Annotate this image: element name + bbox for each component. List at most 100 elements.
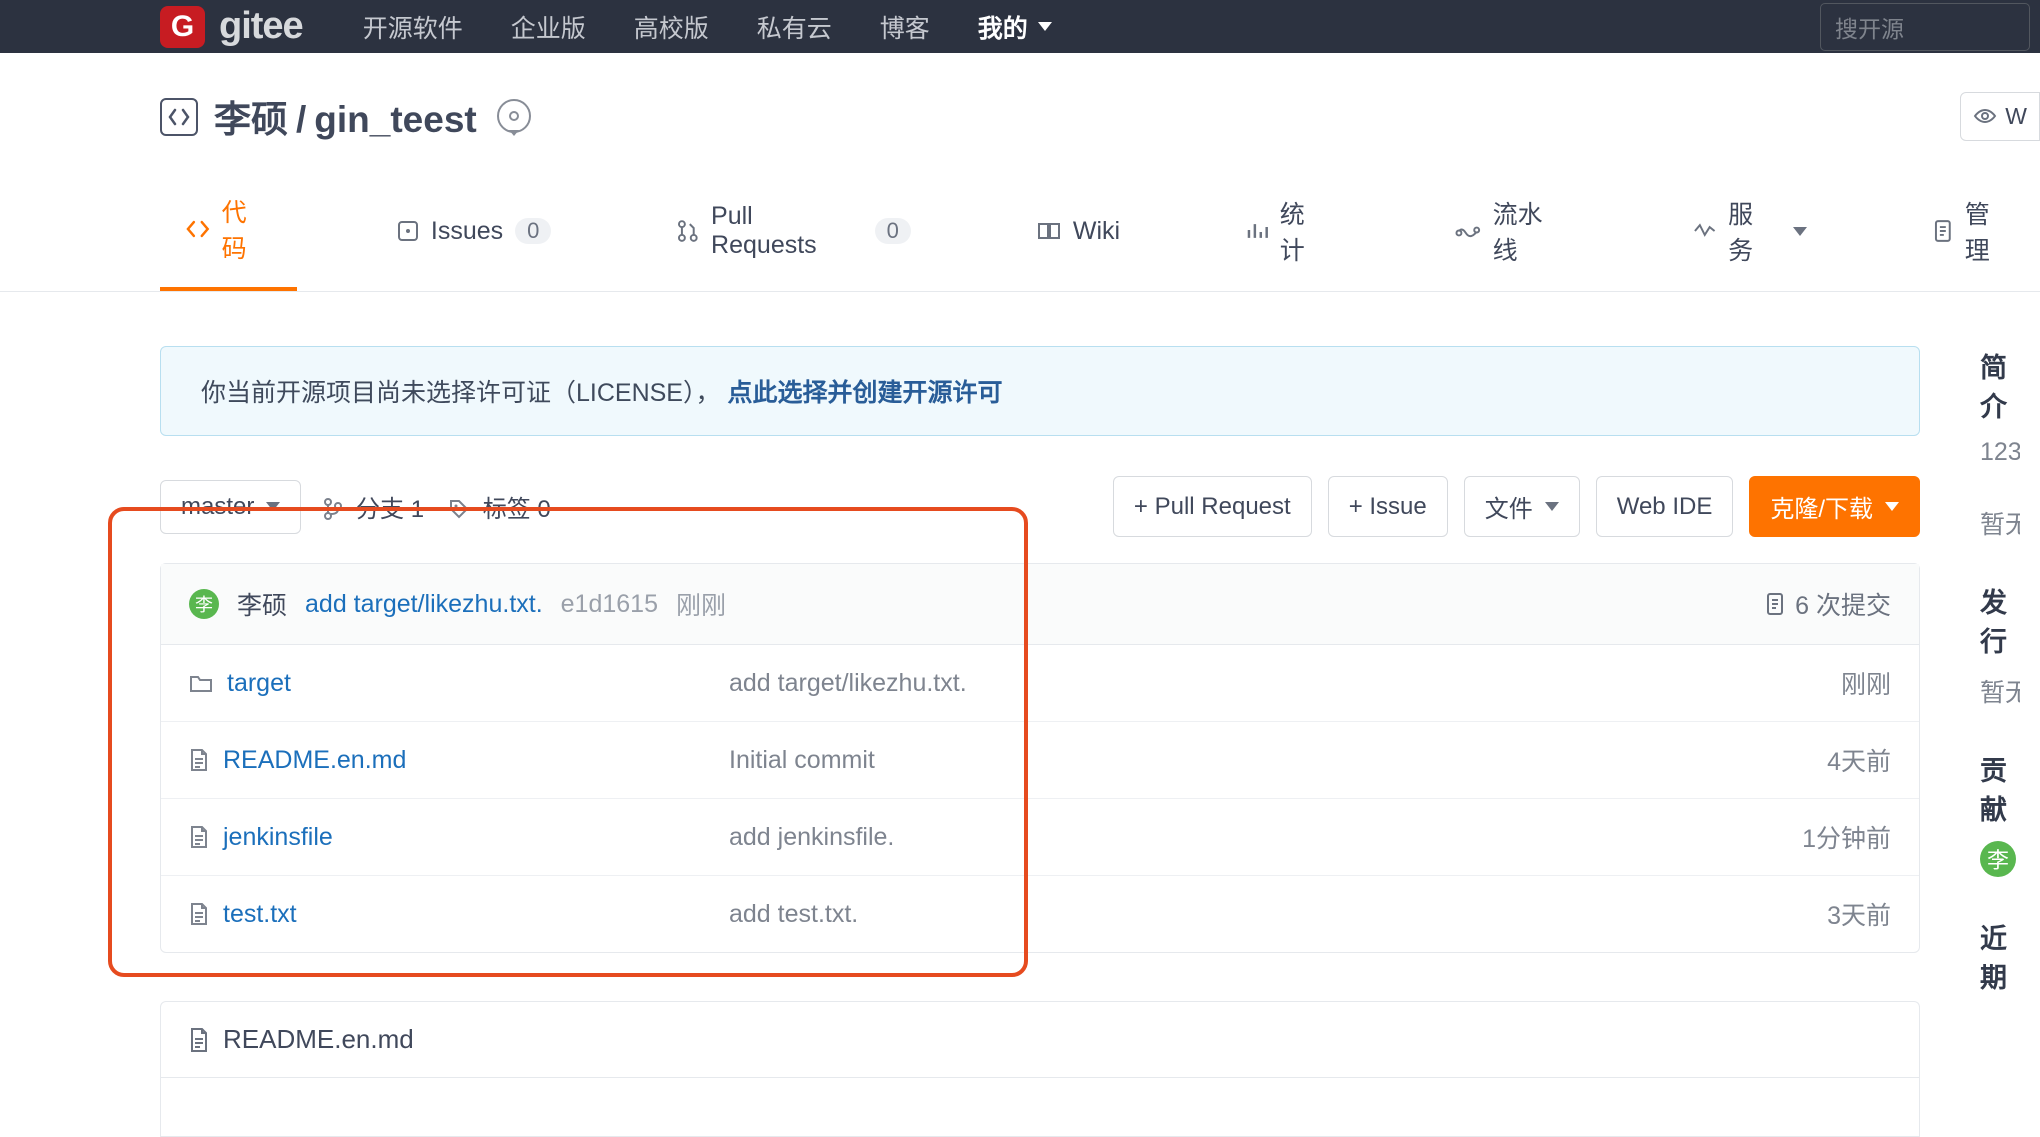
sidebar-heading-recent: 近期	[1980, 917, 2020, 995]
file-table: 李 李硕 add target/likezhu.txt. e1d1615 刚刚 …	[160, 563, 1920, 953]
chevron-down-icon	[1545, 502, 1559, 511]
logo-text[interactable]: gitee	[219, 5, 303, 48]
tab-pull-requests[interactable]: Pull Requests 0	[651, 188, 936, 282]
file-icon	[189, 902, 209, 926]
nav-enterprise[interactable]: 企业版	[511, 9, 586, 45]
file-commit-message[interactable]: add test.txt.	[729, 900, 1691, 929]
file-time: 1分钟前	[1691, 819, 1891, 855]
wiki-icon	[1037, 221, 1061, 241]
issues-count: 0	[515, 218, 551, 244]
eye-icon	[1973, 108, 1997, 124]
avatar[interactable]: 李	[189, 589, 219, 619]
branch-info: 分支 1 标签 0	[323, 489, 550, 524]
readme-title[interactable]: README.en.md	[223, 1024, 414, 1055]
branch-icon	[323, 498, 343, 520]
repo-code-icon	[160, 98, 198, 136]
nav-education[interactable]: 高校版	[634, 9, 709, 45]
file-commit-message[interactable]: add target/likezhu.txt.	[729, 669, 1691, 698]
tags-link[interactable]: 标签 0	[448, 489, 551, 524]
sidebar: 简介 123 暂无 发行 暂无 贡献 李 近期	[1980, 346, 2020, 1137]
pr-count: 0	[875, 218, 911, 244]
tab-issues[interactable]: Issues 0	[371, 203, 578, 268]
sidebar-heading-intro: 简介	[1980, 346, 2020, 424]
issues-icon	[397, 220, 419, 242]
table-row: test.txtadd test.txt.3天前	[161, 875, 1919, 952]
content-area: 你当前开源项目尚未选择许可证（LICENSE）， 点此选择并创建开源许可 mas…	[0, 292, 2040, 1137]
file-icon	[189, 825, 209, 849]
file-time: 刚刚	[1691, 665, 1891, 701]
watch-label: W	[2005, 103, 2027, 130]
file-commit-message[interactable]: Initial commit	[729, 746, 1691, 775]
services-icon	[1693, 222, 1717, 240]
repo-tabs: 代码 Issues 0 Pull Requests 0 Wiki 统计 流水线 …	[0, 179, 2040, 292]
stats-icon	[1246, 221, 1268, 241]
repo-name-link[interactable]: gin_teest	[314, 99, 476, 140]
top-header: G gitee 开源软件 企业版 高校版 私有云 博客 我的 搜开源	[0, 0, 2040, 53]
file-name-link[interactable]: target	[189, 669, 729, 698]
file-time: 3天前	[1691, 896, 1891, 932]
commit-time: 刚刚	[676, 586, 726, 622]
nav-blog[interactable]: 博客	[880, 9, 930, 45]
sidebar-heading-contrib: 贡献	[1980, 749, 2020, 827]
pipeline-icon	[1455, 221, 1481, 241]
search-input[interactable]: 搜开源	[1820, 3, 2030, 51]
tab-services[interactable]: 服务	[1667, 181, 1834, 289]
sidebar-heading-release: 发行	[1980, 581, 2020, 659]
readme-header: README.en.md	[160, 1001, 1920, 1077]
tab-code[interactable]: 代码	[160, 179, 297, 291]
contributor-avatar[interactable]: 李	[1980, 841, 2016, 877]
tab-manage[interactable]: 管理	[1907, 181, 2040, 289]
tab-wiki[interactable]: Wiki	[1011, 203, 1146, 268]
commit-sha[interactable]: e1d1615	[561, 590, 658, 619]
sidebar-intro-text: 123	[1980, 438, 2020, 467]
pr-icon	[677, 219, 699, 243]
award-icon[interactable]	[497, 99, 531, 133]
file-name-link[interactable]: test.txt	[189, 900, 729, 929]
branches-link[interactable]: 分支 1	[323, 489, 424, 524]
table-row: jenkinsfileadd jenkinsfile.1分钟前	[161, 798, 1919, 875]
table-row: README.en.mdInitial commit4天前	[161, 721, 1919, 798]
file-name-link[interactable]: README.en.md	[189, 746, 729, 775]
branch-select[interactable]: master	[160, 480, 301, 534]
file-time: 4天前	[1691, 742, 1891, 778]
table-row: targetadd target/likezhu.txt.刚刚	[161, 645, 1919, 721]
tab-pipeline[interactable]: 流水线	[1429, 181, 1593, 289]
license-create-link[interactable]: 点此选择并创建开源许可	[727, 379, 1002, 407]
readme-body	[160, 1077, 1920, 1137]
repo-owner-link[interactable]: 李硕	[214, 99, 288, 140]
web-ide-button[interactable]: Web IDE	[1596, 476, 1734, 537]
clone-download-button[interactable]: 克隆/下载	[1749, 476, 1920, 537]
main-nav: 开源软件 企业版 高校版 私有云 博客 我的	[363, 9, 1052, 45]
file-menu-button[interactable]: 文件	[1464, 476, 1580, 537]
tag-icon	[448, 498, 470, 520]
file-icon	[189, 748, 209, 772]
watch-button[interactable]: W	[1960, 92, 2040, 141]
chevron-down-icon	[1793, 227, 1807, 236]
commit-message-link[interactable]: add target/likezhu.txt.	[305, 590, 543, 619]
folder-icon	[189, 673, 213, 693]
commits-count-link[interactable]: 6 次提交	[1765, 586, 1891, 622]
repo-title: 李硕/gin_teest	[214, 89, 477, 143]
chevron-down-icon	[1885, 502, 1899, 511]
latest-commit-row: 李 李硕 add target/likezhu.txt. e1d1615 刚刚 …	[161, 564, 1919, 645]
file-commit-message[interactable]: add jenkinsfile.	[729, 823, 1691, 852]
tab-stats[interactable]: 统计	[1220, 181, 1355, 289]
license-banner: 你当前开源项目尚未选择许可证（LICENSE）， 点此选择并创建开源许可	[160, 346, 1920, 436]
file-icon	[189, 1027, 209, 1053]
nav-private-cloud[interactable]: 私有云	[757, 9, 832, 45]
commit-author[interactable]: 李硕	[237, 586, 287, 622]
nav-open-source[interactable]: 开源软件	[363, 9, 463, 45]
chevron-down-icon	[266, 502, 280, 511]
sidebar-release-none: 暂无	[1980, 673, 2020, 709]
logo-icon[interactable]: G	[160, 6, 205, 48]
history-icon	[1765, 592, 1785, 616]
sidebar-intro-none: 暂无	[1980, 505, 2020, 541]
new-pr-button[interactable]: + Pull Request	[1113, 476, 1312, 537]
manage-icon	[1933, 219, 1953, 243]
code-icon	[186, 219, 210, 239]
file-name-link[interactable]: jenkinsfile	[189, 823, 729, 852]
new-issue-button[interactable]: + Issue	[1328, 476, 1448, 537]
repo-toolbar: master 分支 1 标签 0 + Pull Request + Issue …	[160, 476, 1920, 537]
nav-mine[interactable]: 我的	[978, 9, 1052, 45]
repo-header: 李硕/gin_teest W	[0, 53, 2040, 143]
